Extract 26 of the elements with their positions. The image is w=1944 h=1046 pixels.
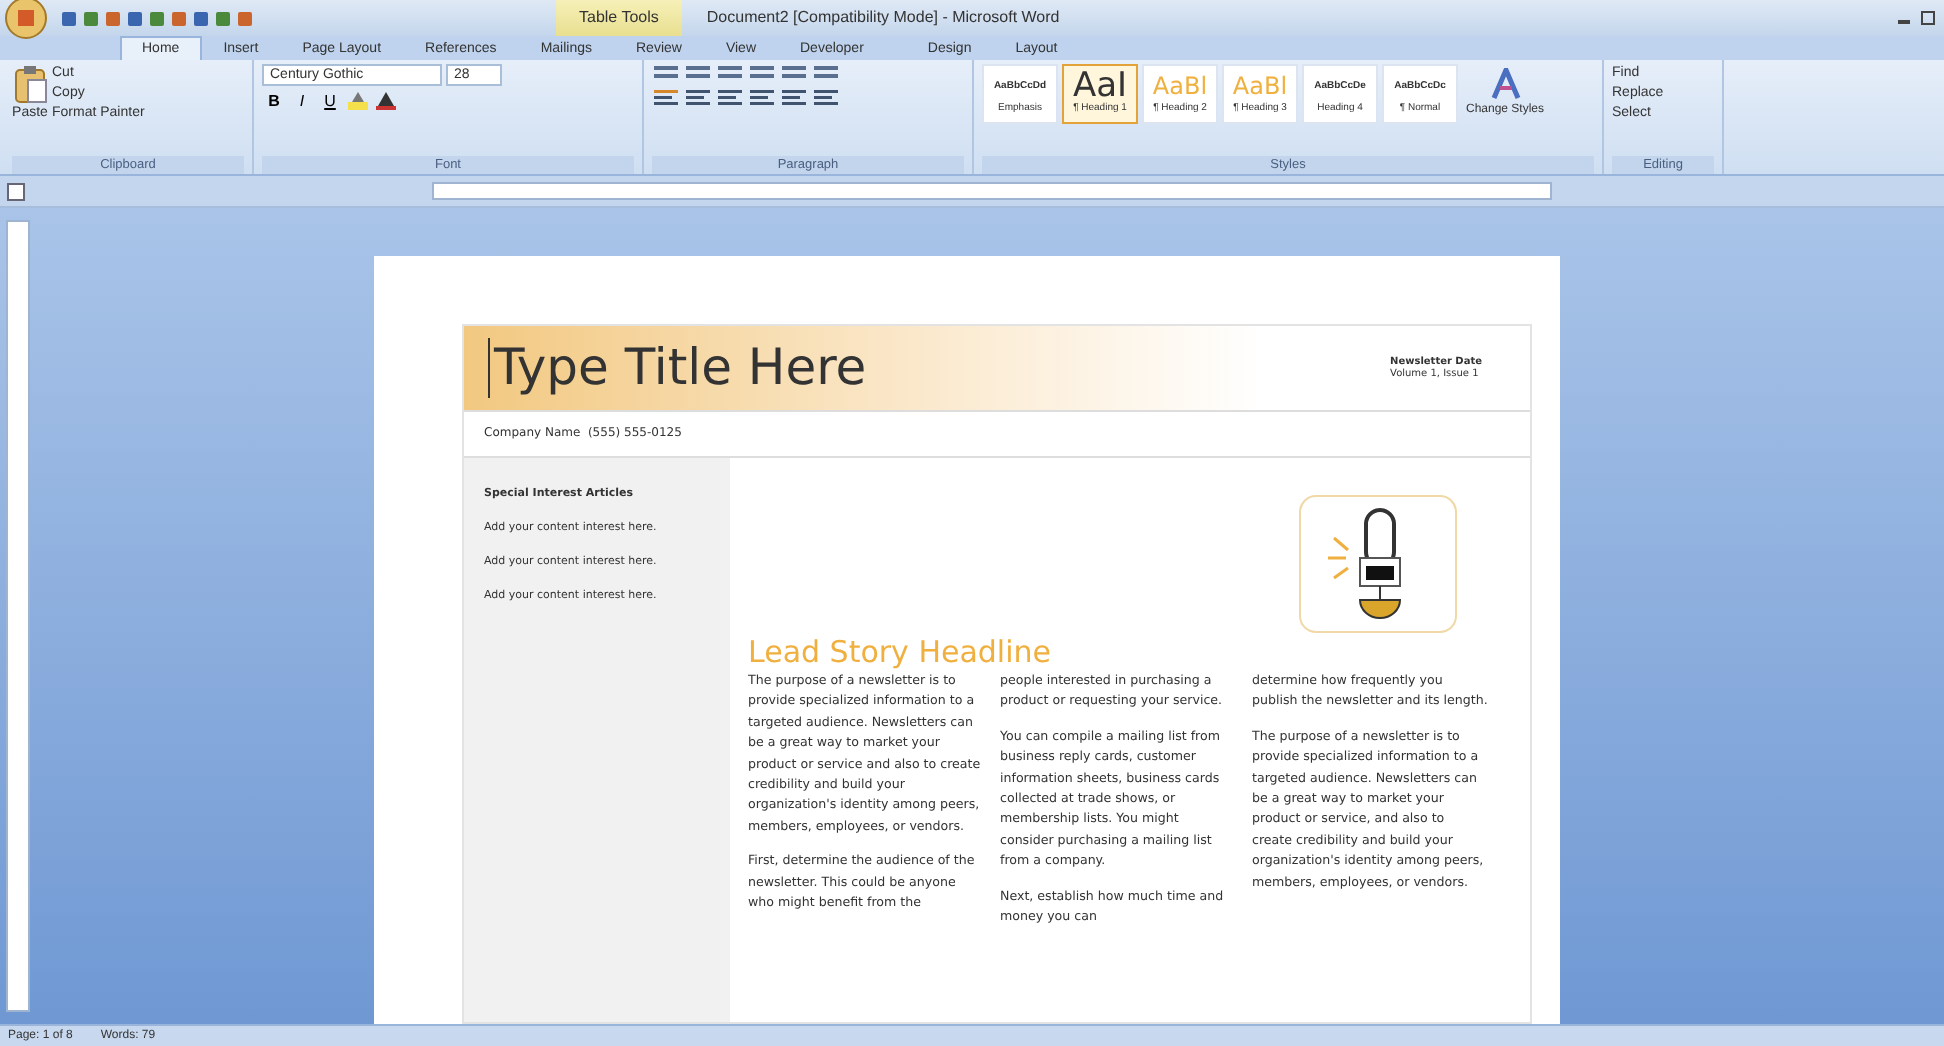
format-button[interactable]: I (290, 90, 314, 112)
maximize-icon[interactable] (1920, 10, 1936, 26)
list-icon[interactable] (812, 64, 840, 84)
align-icon[interactable] (716, 88, 744, 108)
font-color-icon[interactable] (374, 90, 398, 110)
clipboard-icon[interactable] (12, 64, 48, 104)
title-text[interactable]: Type Title Here (488, 338, 867, 398)
microphone-icon (1298, 494, 1458, 634)
format-button[interactable]: B (262, 90, 286, 112)
list-icon[interactable] (780, 64, 808, 84)
align-icon[interactable] (780, 88, 808, 108)
list-icon[interactable] (716, 64, 744, 84)
highlight-icon[interactable] (346, 90, 370, 110)
change-styles-icon[interactable] (1489, 68, 1522, 100)
window-title: Document2 [Compatibility Mode] - Microsoft Word (704, 6, 1060, 30)
list-icon[interactable] (748, 64, 776, 84)
align-icon[interactable] (812, 88, 840, 108)
align-icon[interactable] (652, 88, 680, 108)
align-icon[interactable] (748, 88, 776, 108)
align-icon[interactable] (684, 88, 712, 108)
ruler-view-icon[interactable] (6, 182, 26, 202)
list-icon[interactable] (652, 64, 680, 84)
contextual-tab-title: Table Tools (555, 0, 683, 36)
format-button[interactable]: U (318, 90, 342, 112)
list-icon[interactable] (684, 64, 712, 84)
office-logo-icon[interactable] (4, 0, 48, 40)
